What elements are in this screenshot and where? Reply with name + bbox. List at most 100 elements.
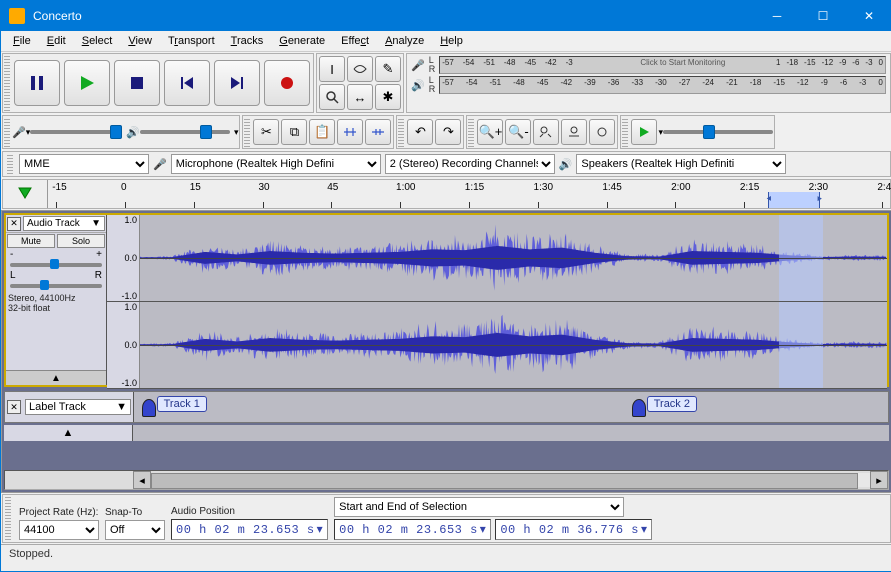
label-marker-1[interactable] <box>142 399 156 417</box>
play-button[interactable] <box>64 60 110 106</box>
menu-edit[interactable]: Edit <box>39 33 74 49</box>
project-rate-select[interactable]: 44100 <box>19 520 99 540</box>
recording-device-select[interactable]: Microphone (Realtek High Defini <box>171 154 381 174</box>
maximize-button[interactable]: ☐ <box>800 1 846 31</box>
menu-select[interactable]: Select <box>74 33 121 49</box>
record-button[interactable] <box>264 60 310 106</box>
skip-end-button[interactable] <box>214 60 260 106</box>
selection-mode-select[interactable]: Start and End of Selection <box>334 497 624 517</box>
recording-volume-slider[interactable] <box>30 130 120 134</box>
mic-icon: 🎤 <box>411 59 425 72</box>
undo-button[interactable]: ↶ <box>407 119 433 145</box>
minimize-button[interactable]: ─ <box>754 1 800 31</box>
track-menu[interactable]: Audio Track▼ <box>23 216 105 231</box>
grip[interactable] <box>622 117 628 147</box>
device-toolbar-row: MME 🎤 Microphone (Realtek High Defini 2 … <box>1 150 891 178</box>
zoom-out-button[interactable]: 🔍- <box>505 119 531 145</box>
pan-slider[interactable] <box>10 284 102 288</box>
zoom-in-button[interactable]: 🔍+ <box>477 119 503 145</box>
zoom-tool[interactable] <box>319 84 345 110</box>
playback-volume-slider[interactable] <box>140 130 230 134</box>
grip[interactable] <box>7 154 13 174</box>
play-at-speed-button[interactable] <box>631 119 657 145</box>
grip[interactable] <box>468 117 474 147</box>
close-button[interactable]: ✕ <box>846 1 891 31</box>
trim-button[interactable] <box>337 119 363 145</box>
playback-meter[interactable]: -57-54-51-48-45-42-39-36-33-30-27-24-21-… <box>439 76 886 94</box>
menu-effect[interactable]: Effect <box>333 33 377 49</box>
grip[interactable] <box>398 117 404 147</box>
selection-end-field[interactable]: 00 h 02 m 36.776 s▾ <box>495 519 652 540</box>
grip[interactable] <box>5 497 11 540</box>
recording-channels-select[interactable]: 2 (Stereo) Recording Channels <box>385 154 555 174</box>
scroll-left-button[interactable]: ◂ <box>133 471 151 489</box>
undo-toolbar: ↶ ↷ <box>396 115 464 149</box>
skip-start-button[interactable] <box>164 60 210 106</box>
track-close-button[interactable]: ✕ <box>7 217 21 231</box>
silence-button[interactable] <box>365 119 391 145</box>
mute-button[interactable]: Mute <box>7 234 55 248</box>
gain-slider[interactable] <box>10 263 102 267</box>
pause-button[interactable] <box>14 60 60 106</box>
timeshift-tool[interactable]: ↔ <box>347 84 373 110</box>
label-track-collapse[interactable]: ▲ <box>4 425 133 441</box>
edit-toolbar: ✂ ⧉ 📋 <box>242 115 394 149</box>
grip[interactable] <box>244 117 250 147</box>
labels-area[interactable]: Track 1 Track 2 <box>134 392 888 422</box>
menu-file[interactable]: File <box>5 33 39 49</box>
audio-position-label: Audio Position <box>171 506 328 517</box>
menu-help[interactable]: Help <box>432 33 471 49</box>
draw-tool[interactable]: ✎ <box>375 56 401 82</box>
transport-toolbar <box>2 53 314 113</box>
label-track-close-button[interactable]: ✕ <box>7 400 21 414</box>
audio-position-field[interactable]: 00 h 02 m 23.653 s▾ <box>171 519 328 540</box>
speaker-icon: 🔊 <box>126 126 140 139</box>
stop-button[interactable] <box>114 60 160 106</box>
scroll-right-button[interactable]: ▸ <box>870 471 888 489</box>
speaker-icon: 🔊 <box>559 158 573 171</box>
device-toolbar: MME 🎤 Microphone (Realtek High Defini 2 … <box>2 151 891 177</box>
recording-meter[interactable]: -57-54-51-48-45-42-3 Click to Start Moni… <box>439 56 886 74</box>
recording-meter-toolbar: 🎤 LR -57-54-51-48-45-42-3 Click to Start… <box>406 53 891 113</box>
horizontal-scrollbar[interactable]: ◂ ▸ <box>4 470 889 490</box>
time-ruler[interactable]: -1501530451:001:151:301:452:002:152:302:… <box>48 180 890 208</box>
selection-tool[interactable]: I <box>319 56 345 82</box>
menu-transport[interactable]: Transport <box>160 33 223 49</box>
pin-playhead-button[interactable] <box>3 180 48 208</box>
label-track-menu[interactable]: Label Track▼ <box>25 399 131 415</box>
snap-to-select[interactable]: Off <box>105 520 165 540</box>
menu-analyze[interactable]: Analyze <box>377 33 432 49</box>
label-2[interactable]: Track 2 <box>647 396 697 412</box>
grip[interactable] <box>4 117 10 147</box>
copy-button[interactable]: ⧉ <box>281 119 307 145</box>
menu-generate[interactable]: Generate <box>271 33 333 49</box>
mixer-toolbar: 🎤▾ 🔊 ▾ <box>2 115 240 149</box>
zoom-toggle-button[interactable] <box>589 119 615 145</box>
audio-host-select[interactable]: MME <box>19 154 149 174</box>
redo-button[interactable]: ↷ <box>435 119 461 145</box>
timeline[interactable]: -1501530451:001:151:301:452:002:152:302:… <box>2 179 891 209</box>
multi-tool[interactable]: ✱ <box>375 84 401 110</box>
label-1[interactable]: Track 1 <box>157 396 207 412</box>
fit-selection-button[interactable] <box>533 119 559 145</box>
playback-speed-slider[interactable] <box>663 130 773 134</box>
envelope-tool[interactable] <box>347 56 373 82</box>
waveform-right[interactable] <box>140 302 887 388</box>
playback-device-select[interactable]: Speakers (Realtek High Definiti <box>576 154 786 174</box>
paste-button[interactable]: 📋 <box>309 119 335 145</box>
waveform-left[interactable] <box>140 215 887 301</box>
fit-project-button[interactable] <box>561 119 587 145</box>
vertical-scale: 1.00.0-1.0 <box>107 215 140 301</box>
grip[interactable] <box>4 55 10 111</box>
menu-view[interactable]: View <box>120 33 160 49</box>
menu-tracks[interactable]: Tracks <box>223 33 272 49</box>
solo-button[interactable]: Solo <box>57 234 105 248</box>
cut-button[interactable]: ✂ <box>253 119 279 145</box>
mic-icon: 🎤 <box>12 126 26 139</box>
label-marker-2[interactable] <box>632 399 646 417</box>
tracks-area: ✕ Audio Track▼ Mute Solo -+ LR Stereo, 4… <box>1 210 891 493</box>
track-collapse-button[interactable]: ▲ <box>6 370 106 385</box>
selection-start-field[interactable]: 00 h 02 m 23.653 s▾ <box>334 519 491 540</box>
toolbar-row-1: I ✎ ↔ ✱ 🎤 LR -57-54-51-48-45-42-3 Click … <box>1 52 891 114</box>
mic-icon: 🎤 <box>153 158 167 171</box>
